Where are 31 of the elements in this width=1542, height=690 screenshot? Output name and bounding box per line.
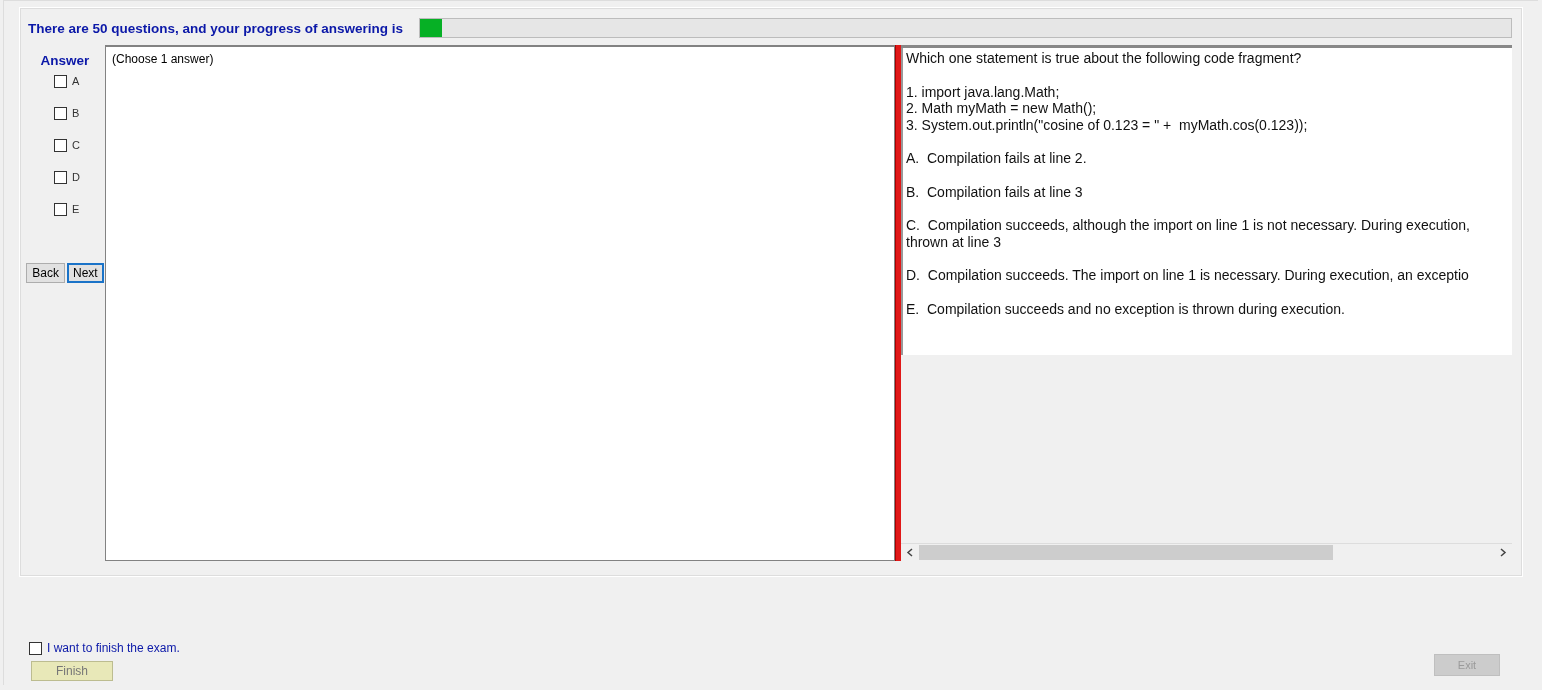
option-label: A xyxy=(72,75,80,87)
option-label: D xyxy=(72,171,80,183)
checkbox[interactable] xyxy=(29,641,42,655)
question-text-line: 2. Math myMath = new Math(); xyxy=(906,100,1098,117)
question-text-line: 1. import java.lang.Math; xyxy=(906,83,1061,100)
question-text-line: D. Compilation succeeds. The import on line 1 is necessary. During execution, an exceptio xyxy=(906,267,1470,284)
nav-button[interactable]: Next xyxy=(67,263,104,283)
finish-confirm-label: I want to finish the exam. xyxy=(47,641,180,655)
progress-caption: There are 50 questions, and your progress of answering is xyxy=(27,20,404,36)
checkbox[interactable] xyxy=(54,106,67,120)
question-text-line: A. Compilation fails at line 2. xyxy=(906,150,1088,167)
checkbox[interactable] xyxy=(54,170,67,184)
question-text-line: thrown at line 3 xyxy=(906,233,1002,250)
question-text-line: E. Compilation succeeds and no exception is thrown during execution. xyxy=(906,300,1346,317)
instruction-text: (Choose 1 answer) xyxy=(112,52,214,66)
question-text-line: Which one statement is true about the following code fragment? xyxy=(906,50,1303,67)
nav-button[interactable]: Back xyxy=(26,263,65,283)
option-label: C xyxy=(72,139,80,151)
checkbox[interactable] xyxy=(54,74,67,88)
option-label: B xyxy=(72,107,80,119)
scroll-right-icon[interactable] xyxy=(1499,548,1507,557)
scroll-left-icon[interactable] xyxy=(906,548,914,557)
question-text-line: C. Compilation succeeds, although the import on line 1 is not necessary. During execution, xyxy=(906,217,1471,234)
answer-heading: Answer xyxy=(40,53,90,68)
scroll-thumb[interactable] xyxy=(919,545,1333,560)
question-text-line: B. Compilation fails at line 3 xyxy=(906,183,1084,200)
checkbox[interactable] xyxy=(54,202,67,216)
horizontal-scrollbar[interactable] xyxy=(901,543,1512,561)
question-text-line: 3. System.out.println("cosine of 0.123 = " + myMath.cos(0.123)); xyxy=(906,116,1309,133)
checkbox[interactable] xyxy=(54,138,67,152)
option-label: E xyxy=(72,203,80,215)
